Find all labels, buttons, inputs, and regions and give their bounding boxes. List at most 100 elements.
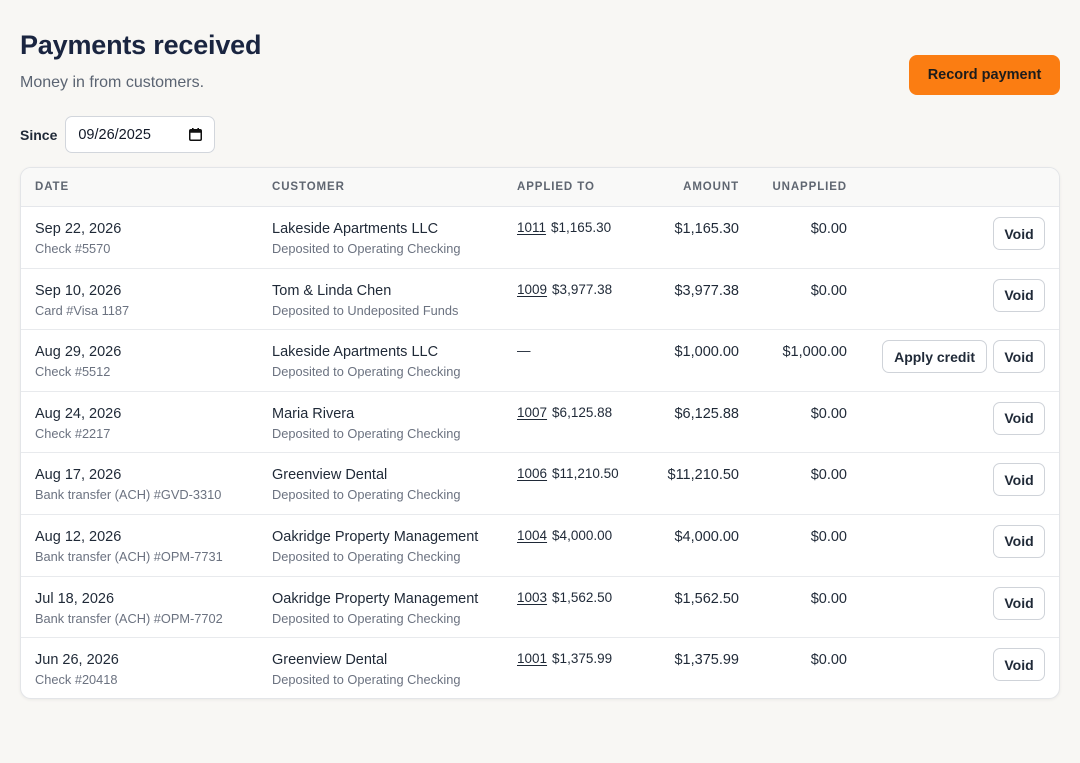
customer-name: Tom & Linda Chen [272, 282, 392, 299]
table-row: Sep 22, 2026 Check #5570 Lakeside Apartmen… [21, 207, 1059, 269]
invoice-link[interactable]: 1009 [517, 282, 547, 297]
table-row: Aug 17, 2026 Bank transfer (ACH) #GVD-331… [21, 453, 1059, 515]
payment-date: Jul 18, 2026 [35, 590, 115, 607]
invoice-link[interactable]: 1011 [517, 220, 546, 235]
void-button[interactable]: Void [993, 340, 1045, 374]
applied-to: 1001 $1,375.99 [517, 651, 612, 666]
unapplied-amount: $0.00 [810, 467, 847, 484]
void-button[interactable]: Void [993, 648, 1045, 682]
table-header: DATE CUSTOMER APPLIED TO AMOUNT UNAPPLIE… [21, 168, 1059, 207]
applied-to: 1006 $11,210.50 [517, 466, 619, 481]
applied-to: 1011 $1,165.30 [517, 220, 611, 235]
unapplied-amount: $0.00 [810, 528, 847, 545]
deposit-account: Deposited to Operating Checking [272, 610, 461, 626]
payment-date: Sep 10, 2026 [35, 282, 122, 299]
payment-amount: $1,000.00 [674, 344, 739, 361]
table-row: Sep 10, 2026 Card #Visa 1187 Tom & Linda C… [21, 269, 1059, 331]
void-button[interactable]: Void [993, 463, 1045, 497]
payment-amount: $4,000.00 [674, 528, 739, 545]
payment-amount: $6,125.88 [674, 405, 739, 422]
payment-amount: $11,210.50 [667, 467, 740, 484]
payment-amount: $3,977.38 [674, 282, 739, 299]
payment-amount: $1,165.30 [674, 221, 739, 237]
since-date-value: 09/26/2025 [78, 126, 151, 143]
column-header-date: DATE [35, 181, 70, 193]
record-payment-button[interactable]: Record payment [909, 55, 1060, 95]
invoice-amount: $1,562.50 [552, 589, 613, 605]
customer-name: Lakeside Apartments LLC [272, 344, 439, 361]
customer-name: Oakridge Property Management [272, 590, 479, 607]
row-actions: Void [993, 586, 1045, 620]
deposit-account: Deposited to Operating Checking [272, 487, 461, 503]
void-button[interactable]: Void [993, 524, 1045, 558]
calendar-icon[interactable] [189, 128, 203, 141]
void-button[interactable]: Void [993, 278, 1045, 312]
invoice-link[interactable]: 1006 [517, 466, 547, 481]
deposit-account: Deposited to Operating Checking [272, 364, 461, 380]
void-button[interactable]: Void [993, 217, 1045, 250]
payments-table: DATE CUSTOMER APPLIED TO AMOUNT UNAPPLIE… [20, 167, 1060, 699]
row-actions: Void [993, 463, 1045, 497]
table-row: Aug 12, 2026 Bank transfer (ACH) #OPM-773… [21, 515, 1059, 577]
since-label: Since [20, 126, 58, 143]
page-title: Payments received [20, 30, 262, 60]
customer-name: Lakeside Apartments LLC [272, 221, 439, 237]
row-actions: Void [993, 648, 1045, 682]
payment-method: Card #Visa 1187 [35, 302, 130, 318]
unapplied-amount: $0.00 [810, 590, 847, 607]
row-actions: Void [993, 278, 1045, 312]
applied-to-none: — [517, 343, 531, 359]
deposit-account: Deposited to Operating Checking [272, 425, 461, 441]
invoice-link[interactable]: 1003 [517, 590, 547, 605]
row-actions: Void [993, 217, 1045, 250]
customer-name: Oakridge Property Management [272, 528, 479, 545]
table-row: Aug 24, 2026 Check #2217 Maria Rivera Depos… [21, 392, 1059, 454]
payment-method: Bank transfer (ACH) #OPM-7702 [35, 610, 223, 626]
since-filter: Since 09/26/2025 [20, 116, 216, 153]
unapplied-amount: $0.00 [810, 405, 847, 422]
table-row: Aug 29, 2026 Check #5512 Lakeside Apartmen… [21, 330, 1059, 392]
applied-to: 1004 $4,000.00 [517, 528, 612, 543]
payment-method: Bank transfer (ACH) #GVD-3310 [35, 487, 222, 503]
unapplied-amount: $0.00 [810, 282, 847, 299]
payment-method: Check #5512 [35, 364, 111, 380]
page-subtitle: Money in from customers. [20, 74, 205, 91]
unapplied-amount: $0.00 [810, 221, 847, 237]
deposit-account: Deposited to Undeposited Funds [272, 302, 459, 318]
payment-date: Aug 24, 2026 [35, 405, 122, 422]
apply-credit-button[interactable]: Apply credit [882, 340, 987, 374]
customer-name: Maria Rivera [272, 405, 355, 422]
payment-method: Check #2217 [35, 425, 111, 441]
applied-to: 1003 $1,562.50 [517, 590, 612, 605]
unapplied-amount: $1,000.00 [782, 344, 847, 361]
invoice-link[interactable]: 1007 [517, 405, 547, 420]
invoice-amount: $11,210.50 [552, 466, 619, 482]
invoice-amount: $6,125.88 [552, 404, 613, 420]
customer-name: Greenview Dental [272, 467, 388, 484]
payment-date: Aug 12, 2026 [35, 528, 122, 545]
payment-date: Jun 26, 2026 [35, 652, 119, 669]
table-row: Jul 18, 2026 Bank transfer (ACH) #OPM-770… [21, 577, 1059, 639]
void-button[interactable]: Void [993, 401, 1045, 435]
payment-date: Aug 29, 2026 [35, 344, 122, 361]
deposit-account: Deposited to Operating Checking [272, 548, 461, 564]
payments-page: Payments received Money in from customer… [0, 0, 1080, 763]
payment-amount: $1,562.50 [674, 590, 739, 607]
applied-to: 1009 $3,977.38 [517, 282, 612, 297]
payment-amount: $1,375.99 [674, 652, 739, 669]
column-header-applied-to: APPLIED TO [517, 181, 595, 193]
invoice-amount: $1,165.30 [551, 220, 612, 235]
payment-date: Sep 22, 2026 [35, 221, 122, 237]
invoice-link[interactable]: 1004 [517, 528, 547, 543]
applied-to: 1007 $6,125.88 [517, 405, 612, 420]
row-actions: Void [993, 524, 1045, 558]
since-date-input[interactable]: 09/26/2025 [65, 116, 216, 153]
row-actions: Void [993, 401, 1045, 435]
invoice-link[interactable]: 1001 [517, 651, 547, 666]
deposit-account: Deposited to Operating Checking [272, 241, 461, 256]
row-actions: Apply credit Void [882, 340, 1045, 374]
payment-method: Check #5570 [35, 241, 111, 256]
payment-date: Aug 17, 2026 [35, 467, 122, 484]
void-button[interactable]: Void [993, 586, 1045, 620]
customer-name: Greenview Dental [272, 652, 388, 669]
